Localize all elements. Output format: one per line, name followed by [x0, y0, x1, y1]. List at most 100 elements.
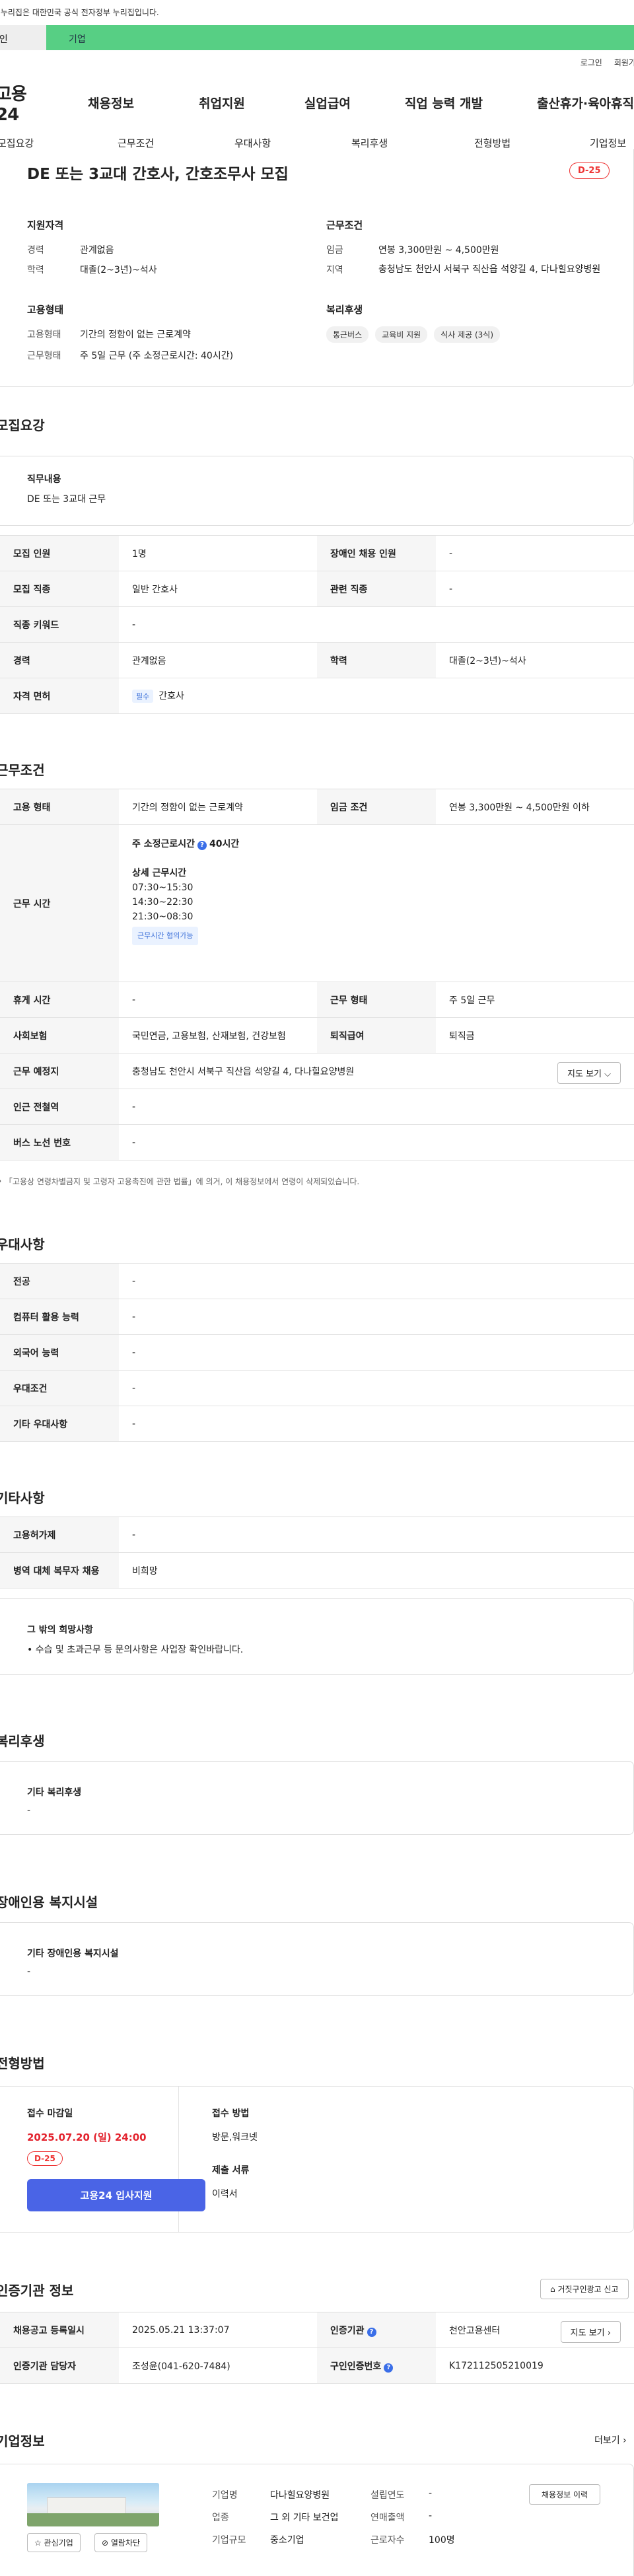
star-icon: ☆ — [34, 2538, 42, 2548]
other-wish-box: 그 밖의 희망사항 • 수습 및 초과근무 등 문의사항은 사업장 확인바랍니다… — [0, 1598, 634, 1675]
cell-value: 2025.05.21 13:37:07 — [119, 2312, 317, 2348]
gnb-item-parental-leave[interactable]: 출산휴가·육아휴직 — [537, 94, 634, 112]
company-value: - — [429, 2488, 433, 2499]
anchor-benefit[interactable]: 복리후생 — [351, 136, 388, 150]
cell-value: - — [436, 535, 634, 571]
qual-value: 대졸(2~3년)~석사 — [80, 265, 157, 275]
cell-value: 조성윤(041-620-7484) — [119, 2347, 317, 2384]
cell-label: 퇴직급여 — [317, 1017, 436, 1054]
cond-label: 임금 — [326, 245, 343, 256]
history-button[interactable]: 채용정보 이력 — [529, 2484, 601, 2505]
gnb-item-training[interactable]: 직업 능력 개발 — [405, 94, 483, 112]
cell-value: - — [119, 1089, 634, 1125]
disabled-title: 장애인용 복지시설 — [0, 1894, 98, 1910]
required-tag: 필수 — [132, 690, 154, 703]
cell-label: 자격 면허 — [0, 678, 119, 714]
apply-button[interactable]: 고용24 입사지원 — [27, 2179, 205, 2211]
pref-table: 전공 - 컴퓨터 활용 능력 - 외국어 능력 - 우대조건 - 기타 우대사항 - — [0, 1263, 634, 1442]
table-row: 직종 키워드 - — [0, 606, 634, 643]
table-row: 모집 인원 1명 장애인 채용 인원 - — [0, 535, 634, 571]
cell-label: 경력 — [0, 642, 119, 678]
company-value: 중소기업 — [270, 2535, 304, 2546]
cell-label: 근무 시간 — [0, 824, 119, 982]
age-footnote: • 「고용상 연령차별금지 및 고령자 고용촉진에 관한 법률」에 의거, 이 … — [0, 1176, 359, 1187]
tab-person[interactable]: 개인 — [0, 25, 46, 50]
deadline-value: 2025.07.20 (일) 24:00 — [27, 2131, 147, 2143]
table-row: 근무 예정지 충청남도 천안시 서북구 직산읍 석양길 4, 다나힐요양병원 지… — [0, 1053, 634, 1089]
cell-label: 우대조건 — [0, 1370, 119, 1406]
anchor-recruit[interactable]: 모집요강 — [0, 136, 34, 150]
anchor-work[interactable]: 근무조건 — [118, 136, 154, 150]
table-row: 인증기관 담당자 조성윤(041-620-7484) 구인인증번호? K1721… — [0, 2347, 634, 2384]
benefit-title: 복리후생 — [0, 1733, 45, 1749]
false-ad-report-button[interactable]: ⌂ 거짓구인광고 신고 — [540, 2279, 629, 2299]
cell-label: 인증기관 담당자 — [0, 2347, 119, 2384]
gnb-item-employment-support[interactable]: 취업지원 — [199, 94, 245, 112]
cell-value: 관계없음 — [119, 642, 317, 678]
recruit-title: 모집요강 — [0, 417, 45, 433]
company-value: - — [429, 2511, 433, 2521]
cell-label: 학력 — [317, 642, 436, 678]
company-label: 설립연도 — [370, 2490, 405, 2501]
work-table: 고용 형태 기간의 정함이 없는 근로계약 임금 조건 연봉 3,300만원 ~… — [0, 789, 634, 1161]
job-desc-label: 직무내용 — [27, 474, 61, 485]
cell-label: 임금 조건 — [317, 789, 436, 825]
anchor-pref[interactable]: 우대사항 — [234, 136, 271, 150]
site-logo[interactable]: 고용24 — [0, 81, 47, 125]
hours-negotiable-tag: 근무시간 협의가능 — [132, 927, 199, 945]
tab-company[interactable]: 기업 — [46, 25, 634, 50]
user-type-tabs: 개인 기업 — [0, 25, 634, 50]
info-icon[interactable]: ? — [384, 2363, 394, 2373]
table-row: 근무 시간 주 소정근로시간? 40시간 상세 근무시간 07:30~15:30 … — [0, 824, 634, 982]
gnb-item-unemployment[interactable]: 실업급여 — [304, 94, 351, 112]
cell-value: 일반 간호사 — [119, 571, 317, 607]
info-icon[interactable]: ? — [197, 841, 207, 850]
welfare-chip: 통근버스 — [326, 326, 369, 343]
job-desc-value: DE 또는 3교대 근무 — [27, 494, 106, 505]
favorite-company-button[interactable]: ☆ 관심기업 — [27, 2533, 81, 2552]
selection-box: 접수 마감일 2025.07.20 (일) 24:00 D-25 고용24 입사… — [0, 2086, 634, 2233]
qual-label: 학력 — [27, 265, 44, 275]
company-label: 기업규모 — [212, 2535, 246, 2546]
anchor-selection[interactable]: 전형방법 — [474, 136, 511, 150]
cell-value: - — [119, 1406, 634, 1442]
company-label: 업종 — [212, 2513, 229, 2523]
etc-title: 기타사항 — [0, 1490, 45, 1506]
cell-value: - — [119, 1370, 634, 1406]
dday-badge: D-25 — [569, 162, 610, 179]
home-icon: ⌂ — [550, 2285, 555, 2294]
pref-title: 우대사항 — [0, 1236, 45, 1252]
block-view-button[interactable]: ⊘ 열람차단 — [94, 2533, 148, 2552]
cell-label: 사회보험 — [0, 1017, 119, 1054]
cell-label: 전공 — [0, 1263, 119, 1299]
map-button[interactable]: 지도 보기 ⌵ — [557, 1062, 621, 1084]
company-more-link[interactable]: 더보기 › — [594, 2433, 627, 2447]
emp-value: 기간의 정함이 없는 근로계약 — [80, 330, 191, 340]
company-label: 근로자수 — [370, 2535, 405, 2546]
disabled-box-title: 기타 장애인용 복지시설 — [27, 1949, 119, 1959]
cell-label: 관련 직종 — [317, 571, 436, 607]
agency-map-button[interactable]: 지도 보기 › — [560, 2321, 621, 2343]
info-icon[interactable]: ? — [367, 2327, 376, 2337]
join-link[interactable]: 회원가입 — [614, 57, 634, 68]
gnb-item-jobs[interactable]: 채용정보 — [88, 94, 134, 112]
qual-heading: 지원자격 — [27, 219, 64, 231]
cell-label: 장애인 채용 인원 — [317, 535, 436, 571]
cell-label: 근무 형태 — [317, 982, 436, 1018]
login-link[interactable]: 로그인 — [581, 57, 602, 68]
agency-title: 인증기관 정보 — [0, 2283, 74, 2299]
welfare-chips: 통근버스 교육비 지원 식사 제공 (3식) — [326, 326, 501, 343]
emp-value: 주 5일 근무 (주 소정근로시간: 40시간) — [80, 351, 234, 361]
emp-heading: 고용형태 — [27, 304, 64, 316]
anchor-company[interactable]: 기업정보 — [590, 136, 626, 150]
cell-value: 연봉 3,300만원 ~ 4,500만원 이하 — [436, 789, 634, 825]
table-row: 우대조건 - — [0, 1370, 634, 1406]
job-summary-card: DE 또는 3교대 간호사, 간호조무사 모집 D-25 지원자격 경력 관계없… — [0, 149, 634, 387]
other-wish-title: 그 밖의 희망사항 — [27, 1625, 93, 1635]
company-label: 기업명 — [212, 2490, 238, 2501]
hours-detail-title: 상세 근무시간 — [132, 868, 187, 878]
hours-cell: 주 소정근로시간? 40시간 상세 근무시간 07:30~15:30 14:30~… — [119, 824, 634, 982]
cell-value: - — [119, 1124, 634, 1161]
cell-label: 외국어 능력 — [0, 1334, 119, 1371]
place-value: 충청남도 천안시 서북구 직산읍 석양길 4, 다나힐요양병원 — [132, 1066, 355, 1077]
